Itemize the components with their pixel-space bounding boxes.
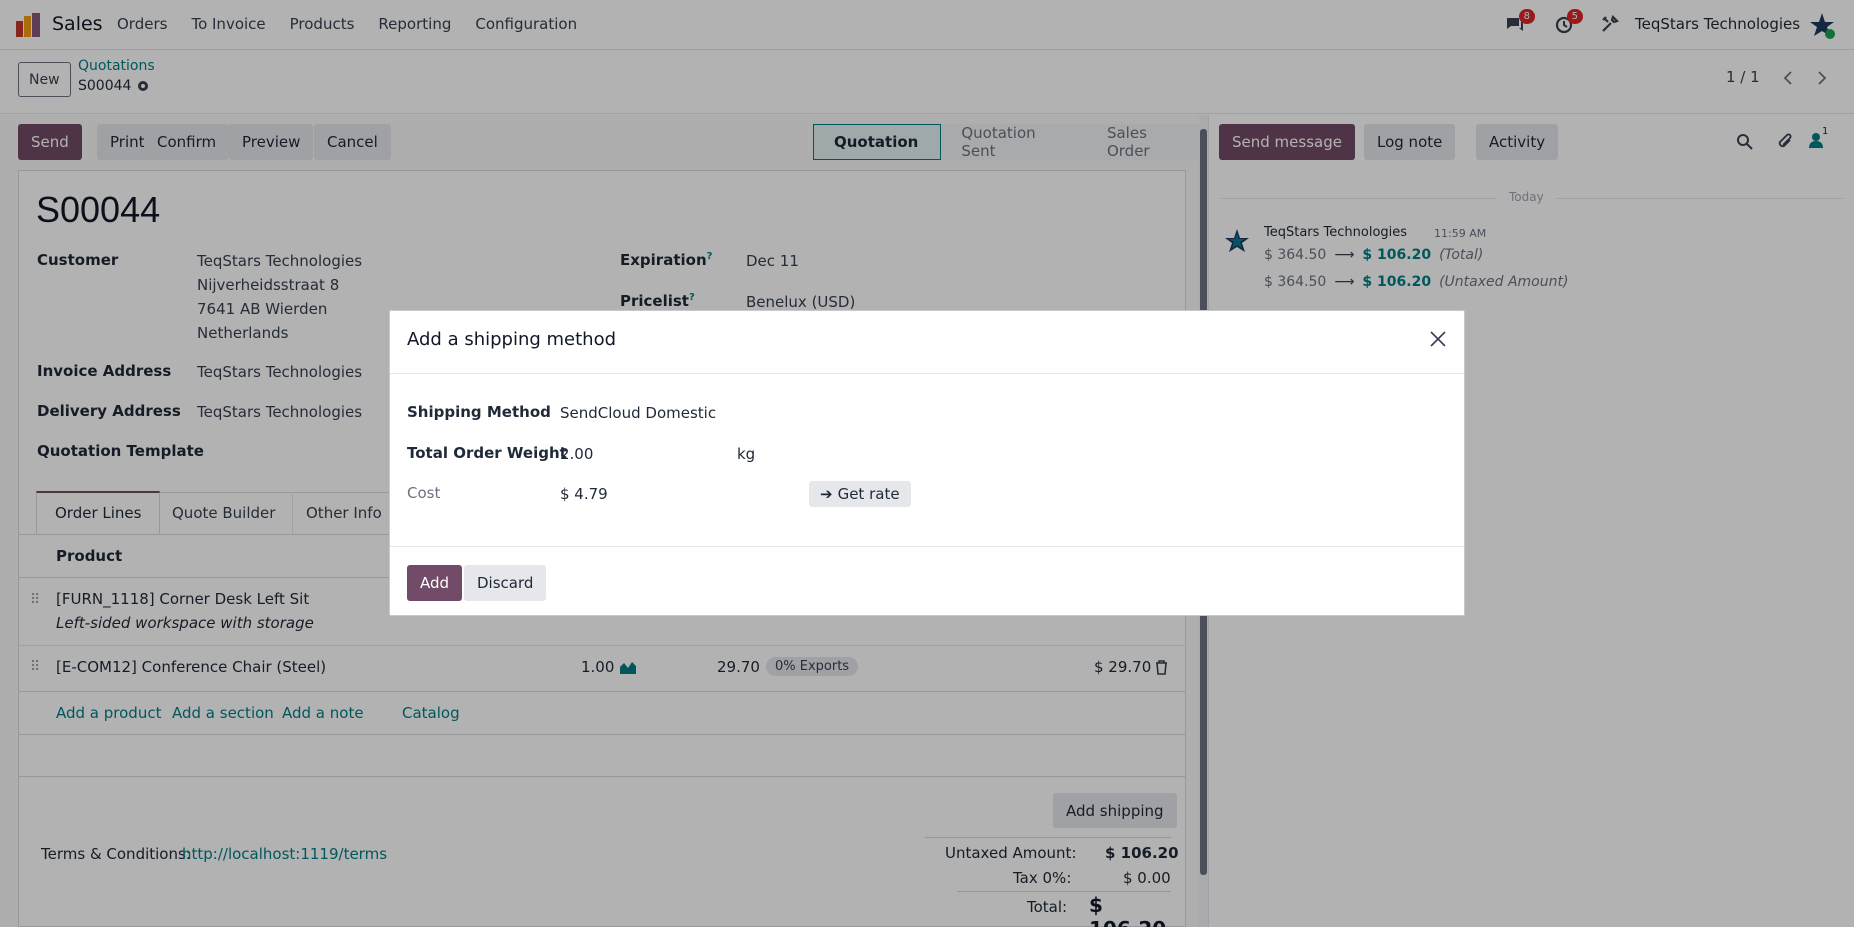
discard-button[interactable]: Discard (464, 565, 547, 601)
shipping-method-dialog: Add a shipping method Shipping Method Se… (389, 310, 1465, 616)
shipping-method-field[interactable]: SendCloud Domestic (560, 404, 716, 422)
weight-unit: kg (737, 445, 756, 463)
order-weight-label: Total Order Weight (407, 444, 567, 462)
shipping-method-label: Shipping Method (407, 403, 551, 421)
dialog-title: Add a shipping method (407, 329, 617, 350)
order-weight-field[interactable]: 2.00 (560, 445, 593, 463)
cost-label: Cost (407, 484, 441, 502)
cost-value: $ 4.79 (560, 485, 608, 503)
arrow-right-icon: ➔ (820, 485, 833, 503)
get-rate-button[interactable]: ➔ Get rate (809, 481, 911, 507)
get-rate-label: Get rate (837, 485, 900, 503)
close-icon[interactable] (1430, 331, 1446, 351)
add-button[interactable]: Add (407, 565, 463, 601)
